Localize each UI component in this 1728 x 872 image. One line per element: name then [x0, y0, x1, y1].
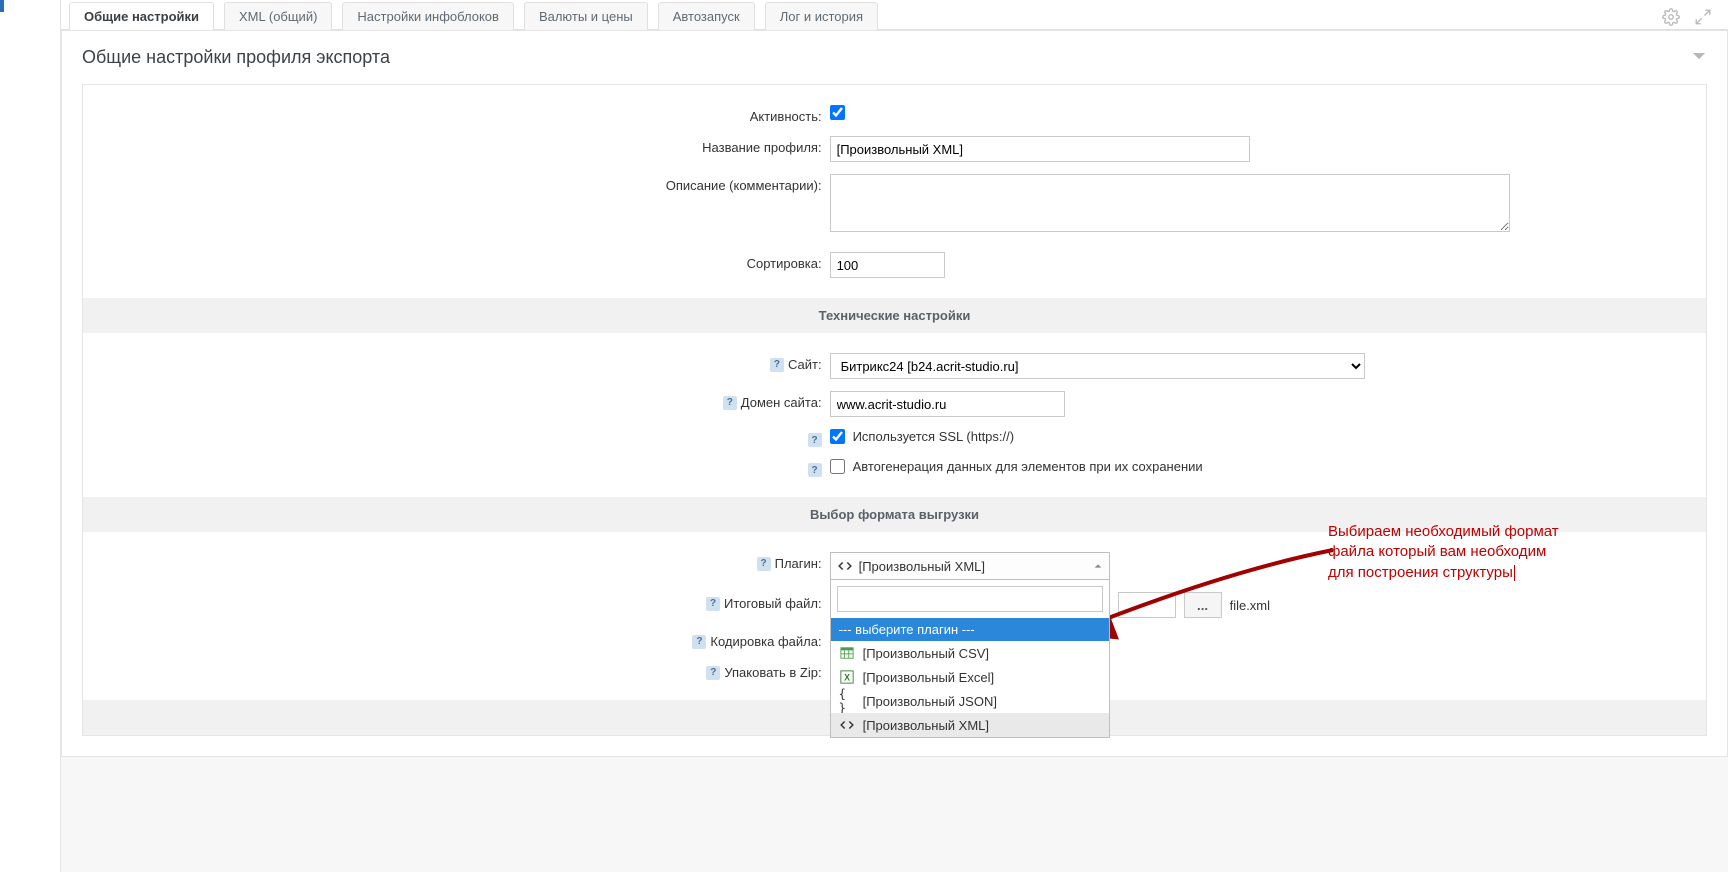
- label-autogen: Автогенерация данных для элементов при и…: [853, 459, 1203, 474]
- plugin-option-excel-label: [Произвольный Excel]: [863, 670, 995, 685]
- plugin-option-csv-label: [Произвольный CSV]: [863, 646, 989, 661]
- plugin-option-excel[interactable]: X [Произвольный Excel]: [831, 665, 1109, 689]
- svg-text:X: X: [844, 673, 850, 683]
- plugin-option-csv[interactable]: [Произвольный CSV]: [831, 641, 1109, 665]
- plugin-option-placeholder[interactable]: --- выберите плагин ---: [831, 618, 1109, 641]
- excel-icon: X: [839, 669, 855, 685]
- textarea-description[interactable]: [830, 174, 1510, 232]
- annotation-text: Выбираем необходимый формат файла которы…: [1328, 522, 1628, 583]
- select-site[interactable]: Битрикс24 [b24.acrit-studio.ru]: [830, 353, 1365, 379]
- tab-iblock[interactable]: Настройки инфоблоков: [342, 2, 514, 30]
- help-icon[interactable]: [706, 666, 720, 680]
- help-icon[interactable]: [808, 433, 822, 447]
- panel-title: Общие настройки профиля экспорта: [82, 47, 390, 68]
- checkbox-ssl[interactable]: [830, 429, 845, 444]
- checkbox-autogen[interactable]: [830, 459, 845, 474]
- label-site: Сайт:: [788, 357, 822, 372]
- label-active: Активность:: [83, 105, 830, 124]
- tab-general[interactable]: Общие настройки: [69, 2, 214, 30]
- tabs-bar: Общие настройки XML (общий) Настройки ин…: [61, 0, 1728, 30]
- browse-button[interactable]: ...: [1184, 592, 1222, 618]
- plugin-combobox[interactable]: [Произвольный XML]: [830, 552, 1110, 580]
- caret-up-icon: [1093, 559, 1103, 574]
- tab-currency[interactable]: Валюты и цены: [524, 2, 648, 30]
- label-encoding: Кодировка файла:: [710, 634, 821, 649]
- help-icon[interactable]: [706, 597, 720, 611]
- label-sort: Сортировка:: [83, 252, 830, 271]
- input-profile-name[interactable]: [830, 136, 1250, 162]
- left-rail: [0, 0, 61, 872]
- plugin-search-input[interactable]: [837, 586, 1103, 612]
- help-icon[interactable]: [770, 358, 784, 372]
- plugin-option-json[interactable]: { } [Произвольный JSON]: [831, 689, 1109, 713]
- tab-xml[interactable]: XML (общий): [224, 2, 332, 30]
- chevron-down-icon[interactable]: [1691, 48, 1707, 67]
- plugin-option-xml-label: [Произвольный XML]: [863, 718, 989, 733]
- label-site-domain: Домен сайта:: [741, 395, 822, 410]
- label-output-file: Итоговый файл:: [724, 596, 822, 611]
- plugin-option-xml[interactable]: [Произвольный XML]: [831, 713, 1109, 737]
- plugin-option-json-label: [Произвольный JSON]: [863, 694, 997, 709]
- output-file-name: file.xml: [1230, 598, 1270, 613]
- label-zip: Упаковать в Zip:: [724, 665, 821, 680]
- label-description: Описание (комментарии):: [83, 174, 830, 193]
- expand-icon[interactable]: [1694, 8, 1712, 29]
- label-ssl: Используется SSL (https://): [853, 429, 1015, 444]
- help-icon[interactable]: [692, 635, 706, 649]
- help-icon[interactable]: [723, 396, 737, 410]
- help-icon[interactable]: [757, 557, 771, 571]
- gear-icon[interactable]: [1662, 8, 1680, 29]
- label-profile-name: Название профиля:: [83, 136, 830, 155]
- plugin-selected: [Произвольный XML]: [859, 559, 985, 574]
- tab-autorun[interactable]: Автозапуск: [658, 2, 755, 30]
- code-icon: [839, 717, 855, 733]
- checkbox-active[interactable]: [830, 105, 845, 120]
- input-site-domain[interactable]: [830, 391, 1065, 417]
- section-tech: Технические настройки: [83, 298, 1706, 333]
- help-icon[interactable]: [808, 463, 822, 477]
- table-icon: [839, 645, 855, 661]
- label-plugin: Плагин:: [775, 556, 822, 571]
- input-sort[interactable]: [830, 252, 945, 278]
- tab-log[interactable]: Лог и история: [765, 2, 878, 30]
- plugin-dropdown-panel: --- выберите плагин --- [Произвольный CS…: [830, 580, 1110, 738]
- braces-icon: { }: [839, 693, 855, 709]
- input-output-file[interactable]: [1118, 592, 1176, 618]
- code-icon: [837, 558, 853, 574]
